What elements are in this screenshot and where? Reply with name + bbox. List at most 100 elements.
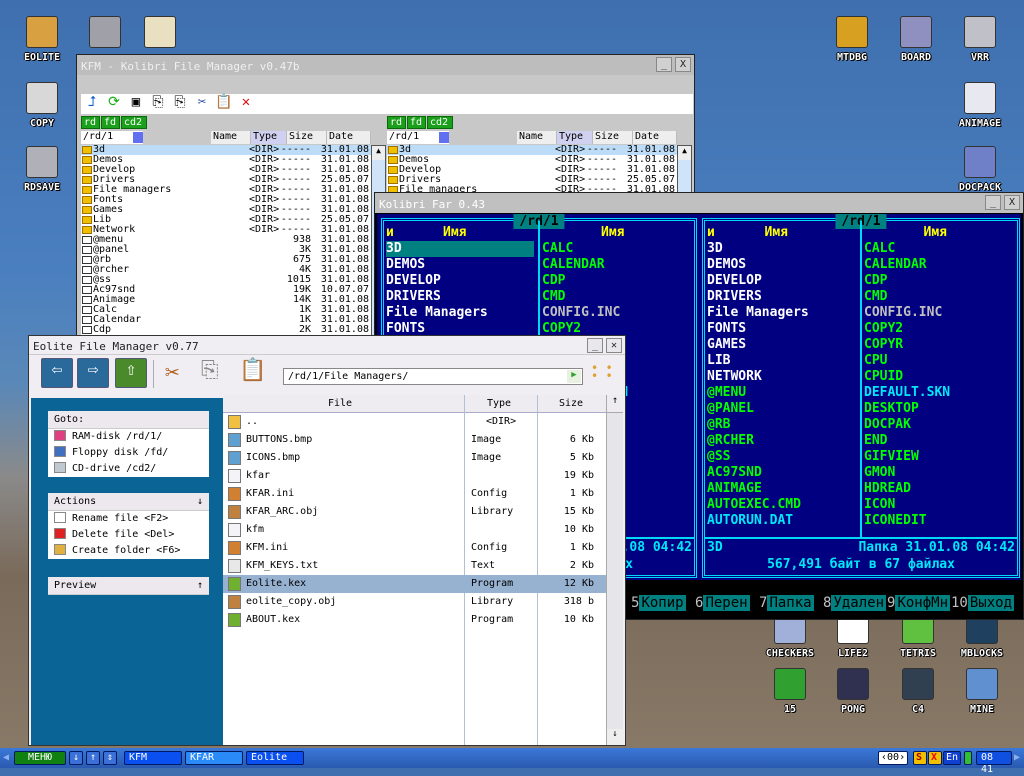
file-row[interactable]: BUTTONS.bmp Image 6 Kb bbox=[223, 431, 606, 449]
file-row[interactable]: .. <DIR> bbox=[223, 413, 606, 431]
file-row[interactable]: Eolite.kex Program 12 Kb bbox=[223, 575, 606, 593]
file-row[interactable]: KFAR.ini Config 1 Kb bbox=[223, 485, 606, 503]
copy-delete-icon[interactable]: ⎘ bbox=[169, 94, 191, 112]
desktop-icon-board[interactable]: BOARD bbox=[884, 16, 948, 63]
file-row[interactable]: KFM_KEYS.txt Text 2 Kb bbox=[223, 557, 606, 575]
far-file-item[interactable]: FONTS bbox=[707, 321, 856, 337]
far-file-item[interactable]: DEVELOP bbox=[707, 273, 856, 289]
drive-button-cd2[interactable]: cd2 bbox=[121, 116, 147, 129]
far-file-item[interactable]: 3D bbox=[386, 241, 534, 257]
taskbar-arrow-button[interactable]: ↓ bbox=[69, 751, 83, 765]
collapse-arrow-icon[interactable]: ↓ bbox=[197, 496, 203, 507]
drive-button-cd2[interactable]: cd2 bbox=[427, 116, 453, 129]
close-button[interactable]: ✕ bbox=[606, 338, 622, 353]
far-file-item[interactable]: CMD bbox=[542, 289, 565, 305]
cut-icon[interactable]: ✂ bbox=[191, 94, 213, 112]
cut-icon[interactable]: ✂ bbox=[165, 358, 197, 388]
far-file-item[interactable]: CALENDAR bbox=[542, 257, 605, 273]
far-file-item[interactable]: DOCPAK bbox=[864, 417, 911, 433]
column-header-size[interactable]: Size bbox=[593, 131, 633, 144]
path-input[interactable]: /rd/1/File Managers/▶ bbox=[283, 368, 583, 385]
goto-panel-item[interactable]: Floppy disk /fd/ bbox=[48, 445, 209, 461]
far-file-item[interactable]: CALENDAR bbox=[864, 257, 927, 273]
drive-button-rd[interactable]: rd bbox=[387, 116, 406, 129]
far-file-item[interactable]: File Managers bbox=[707, 305, 856, 321]
column-header-type[interactable]: Type bbox=[487, 398, 511, 409]
far-file-item[interactable]: GAMES bbox=[707, 337, 856, 353]
taskbar-arrow-button[interactable]: ↑ bbox=[86, 751, 100, 765]
menu-button[interactable]: МЕНЮ bbox=[14, 751, 66, 765]
desktop-icon-rdsave[interactable]: RDSAVE bbox=[10, 146, 74, 193]
far-file-item[interactable]: ANIMAGE bbox=[707, 481, 856, 497]
far-file-item[interactable]: CPU bbox=[864, 353, 887, 369]
far-file-item[interactable]: CALC bbox=[864, 241, 895, 257]
far-file-item[interactable]: DEVELOP bbox=[386, 273, 534, 289]
far-file-item[interactable]: CPUID bbox=[864, 369, 903, 385]
far-file-item[interactable]: @RB bbox=[707, 417, 856, 433]
fkey-7[interactable]: 7 Папка bbox=[759, 595, 814, 611]
far-file-item[interactable]: DRIVERS bbox=[386, 289, 534, 305]
actions-panel-item[interactable]: Delete file <Del> bbox=[48, 527, 209, 543]
far-file-item[interactable]: @MENU bbox=[707, 385, 856, 401]
desktop-icon-eolite[interactable]: EOLITE bbox=[10, 16, 74, 63]
copy-icon[interactable]: ⎘ bbox=[147, 94, 169, 112]
file-row[interactable]: KFAR_ARC.obj Library 15 Kb bbox=[223, 503, 606, 521]
desktop-icon-15[interactable]: 15 bbox=[758, 668, 822, 715]
actions-panel-item[interactable]: Create folder <F6> bbox=[48, 543, 209, 559]
drive-button-rd[interactable]: rd bbox=[81, 116, 100, 129]
column-header-type[interactable]: Type bbox=[557, 131, 593, 144]
file-row[interactable]: Cdp 2K 31.01.08 bbox=[81, 325, 371, 335]
column-header-name[interactable]: Name bbox=[517, 131, 557, 144]
taskbar-task-eolite[interactable]: Eolite bbox=[246, 751, 304, 765]
far-file-item[interactable]: ICON bbox=[864, 497, 895, 513]
taskbar-task-kfm[interactable]: KFM bbox=[124, 751, 182, 765]
scroll-up-icon[interactable]: ▲ bbox=[372, 146, 385, 160]
sort-arrow[interactable]: ↑ bbox=[607, 395, 623, 413]
far-file-item[interactable]: @RCHER bbox=[707, 433, 856, 449]
forward-button[interactable]: ⇨ bbox=[77, 358, 109, 388]
close-button[interactable]: X bbox=[675, 57, 691, 72]
desktop-counter[interactable]: ‹00› bbox=[878, 751, 908, 765]
actions-panel-item[interactable]: Rename file <F2> bbox=[48, 511, 209, 527]
fkey-10[interactable]: 10 Выход bbox=[951, 595, 1015, 611]
copy-icon[interactable]: ⎘ bbox=[201, 358, 233, 388]
fkey-9[interactable]: 9 КонфМн bbox=[887, 595, 951, 611]
language-indicator[interactable]: En bbox=[943, 751, 961, 765]
scroll-left-icon[interactable]: ◀ bbox=[3, 752, 9, 763]
far-file-item[interactable]: @SS bbox=[707, 449, 856, 465]
goto-panel-header[interactable]: Goto: bbox=[48, 411, 209, 429]
far-file-item[interactable]: CONFIG.INC bbox=[864, 305, 942, 321]
far-file-item[interactable]: 3D bbox=[707, 241, 856, 257]
file-row[interactable]: KFM.ini Config 1 Kb bbox=[223, 539, 606, 557]
paste-icon[interactable]: 📋 bbox=[239, 358, 271, 388]
refresh-icon[interactable]: ⟳ bbox=[103, 94, 125, 112]
scroll-down-icon[interactable]: ↓ bbox=[607, 729, 623, 745]
file-row[interactable]: kfm 10 Kb bbox=[223, 521, 606, 539]
path-edit-button[interactable] bbox=[439, 132, 449, 143]
column-header-size[interactable]: Size bbox=[559, 398, 583, 409]
far-file-item[interactable]: ICONEDIT bbox=[864, 513, 927, 529]
actions-panel-header[interactable]: Actions ↓ bbox=[48, 493, 209, 511]
far-file-item[interactable]: DESKTOP bbox=[864, 401, 919, 417]
far-file-item[interactable]: AUTOEXEC.CMD bbox=[707, 497, 856, 513]
far-file-item[interactable]: HDREAD bbox=[864, 481, 911, 497]
tray-s-icon[interactable]: S bbox=[913, 751, 927, 765]
fkey-5[interactable]: 5 Копир bbox=[631, 595, 686, 611]
desktop-icon-animage[interactable]: ANIMAGE bbox=[948, 82, 1012, 129]
file-row[interactable]: eolite_copy.obj Library 318 b bbox=[223, 593, 606, 611]
far-file-item[interactable]: COPY2 bbox=[864, 321, 903, 337]
column-header-file[interactable]: File bbox=[328, 398, 352, 409]
scrollbar[interactable]: ↑ ↓ bbox=[606, 395, 623, 745]
up-dir-icon[interactable]: ⮥ bbox=[81, 94, 103, 112]
desktop-icon-copy[interactable]: COPY bbox=[10, 82, 74, 129]
far-file-item[interactable]: CMD bbox=[864, 289, 887, 305]
far-file-item[interactable]: DRIVERS bbox=[707, 289, 856, 305]
fkey-6[interactable]: 6 Перен bbox=[695, 595, 750, 611]
far-file-item[interactable]: AUTORUN.DAT bbox=[707, 513, 856, 529]
far-file-item[interactable]: File Managers bbox=[386, 305, 534, 321]
far-file-item[interactable]: NETWORK bbox=[707, 369, 856, 385]
preview-panel-header[interactable]: Preview ↑ bbox=[48, 577, 209, 595]
far-file-item[interactable]: GIFVIEW bbox=[864, 449, 919, 465]
far-file-item[interactable]: DEMOS bbox=[707, 257, 856, 273]
desktop-icon-c4[interactable]: C4 bbox=[886, 668, 950, 715]
